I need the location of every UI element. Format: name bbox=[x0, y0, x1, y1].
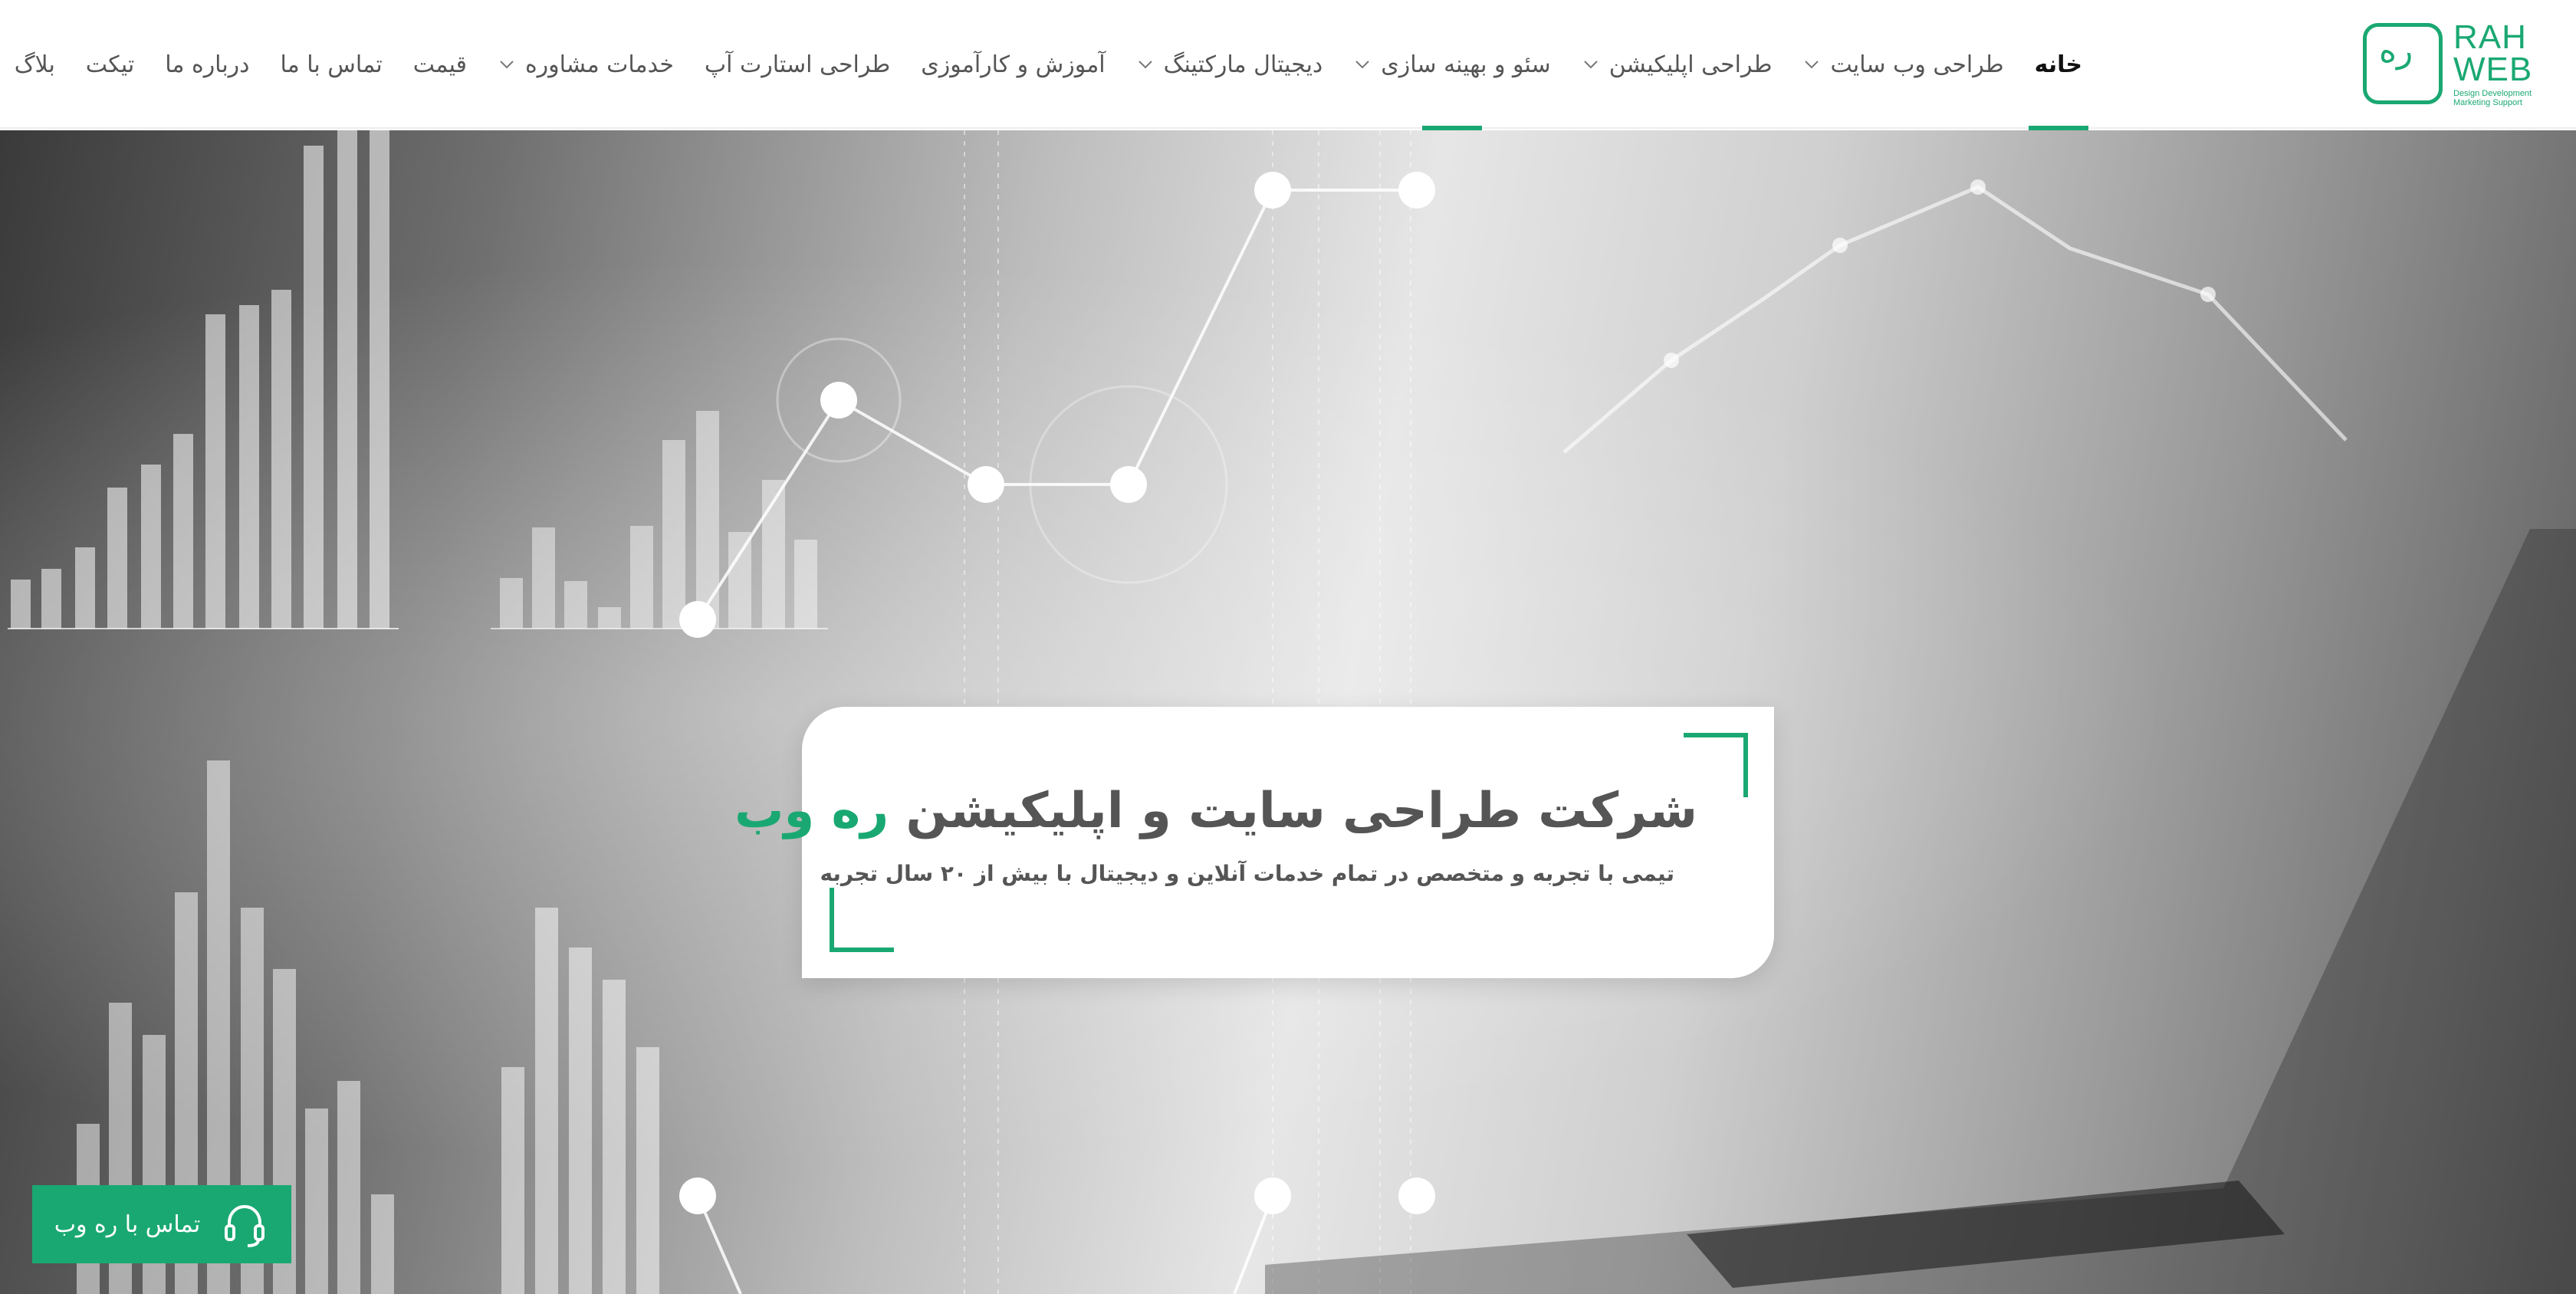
contact-button[interactable]: تماس با ره وب bbox=[32, 1185, 291, 1263]
hero-title: شرکت طراحی سایت و اپلیکیشن ره وب bbox=[734, 780, 1697, 842]
logo-tagline: Design Development Marketing Support bbox=[2453, 89, 2532, 107]
nav-active-indicator bbox=[2028, 126, 2088, 130]
hero-section: شرکت طراحی سایت و اپلیکیشن ره وب تیمی با… bbox=[0, 130, 2576, 1294]
hero-subtitle: تیمی با تجربه و متخصص در تمام خدمات آنلا… bbox=[820, 861, 1674, 886]
logo-mark: ره bbox=[2363, 23, 2443, 104]
nav-item-12[interactable]: بلاگ bbox=[0, 0, 71, 129]
chevron-down-icon bbox=[500, 61, 514, 69]
nav-item-label: درباره ما bbox=[165, 51, 250, 78]
nav-item-label: سئو و بهینه سازی bbox=[1381, 51, 1551, 78]
nav-item-10[interactable]: درباره ما bbox=[150, 0, 264, 129]
nav-item-label: طراحی اپلیکیشن bbox=[1608, 51, 1773, 78]
chevron-down-icon bbox=[1138, 61, 1152, 69]
hero-title-main: شرکت طراحی سایت و اپلیکیشن bbox=[889, 783, 1697, 839]
nav-item-label: خانه bbox=[2034, 51, 2082, 78]
contact-button-label: تماس با ره وب bbox=[54, 1210, 201, 1238]
nav-item-11[interactable]: تیکت bbox=[71, 0, 150, 129]
headset-icon bbox=[225, 1204, 265, 1247]
chevron-down-icon bbox=[1583, 61, 1598, 69]
main-nav: خانه طراحی وب سایت طراحی اپلیکیشن سئو و بهی… bbox=[0, 0, 2098, 130]
nav-item-0[interactable]: خانه bbox=[2019, 0, 2098, 130]
nav-item-3[interactable]: سئو و بهینه سازی bbox=[1338, 0, 1566, 130]
logo-title: RAH WEB bbox=[2453, 18, 2533, 88]
logo-glyph: ره bbox=[2379, 31, 2413, 71]
nav-item-label: قیمت bbox=[412, 51, 467, 78]
nav-item-label: طراحی استارت آپ bbox=[704, 51, 891, 78]
nav-item-label: تماس با ما bbox=[280, 51, 383, 78]
nav-item-5[interactable]: آموزش و کارآموزی bbox=[905, 0, 1120, 129]
site-logo[interactable]: ره RAH WEB Design Development Marketing … bbox=[2358, 21, 2542, 107]
nav-item-2[interactable]: طراحی اپلیکیشن bbox=[1566, 0, 1788, 129]
hero-title-accent: ره وب bbox=[734, 783, 889, 839]
nav-item-label: آموزش و کارآموزی bbox=[921, 51, 1106, 78]
nav-item-label: دیجیتال مارکتینگ bbox=[1163, 51, 1323, 78]
chevron-down-icon bbox=[1805, 61, 1819, 69]
nav-active-indicator bbox=[1422, 126, 1482, 130]
card-corner-accent-bottom-left bbox=[830, 888, 894, 952]
hero-card: شرکت طراحی سایت و اپلیکیشن ره وب تیمی با… bbox=[734, 707, 1774, 978]
nav-item-label: طراحی وب سایت bbox=[1830, 51, 2004, 78]
nav-item-7[interactable]: خدمات مشاوره bbox=[482, 0, 689, 129]
nav-item-label: بلاگ bbox=[14, 51, 55, 78]
nav-item-label: تیکت bbox=[85, 51, 135, 78]
nav-item-1[interactable]: طراحی وب سایت bbox=[1787, 0, 2019, 129]
nav-item-4[interactable]: دیجیتال مارکتینگ bbox=[1121, 0, 1339, 129]
nav-item-6[interactable]: طراحی استارت آپ bbox=[689, 0, 905, 129]
chevron-down-icon bbox=[1355, 61, 1370, 69]
nav-item-9[interactable]: تماس با ما bbox=[265, 0, 398, 129]
site-header: ره RAH WEB Design Development Marketing … bbox=[0, 0, 2576, 130]
nav-item-label: خدمات مشاوره bbox=[524, 51, 674, 78]
nav-item-8[interactable]: قیمت bbox=[398, 0, 482, 129]
